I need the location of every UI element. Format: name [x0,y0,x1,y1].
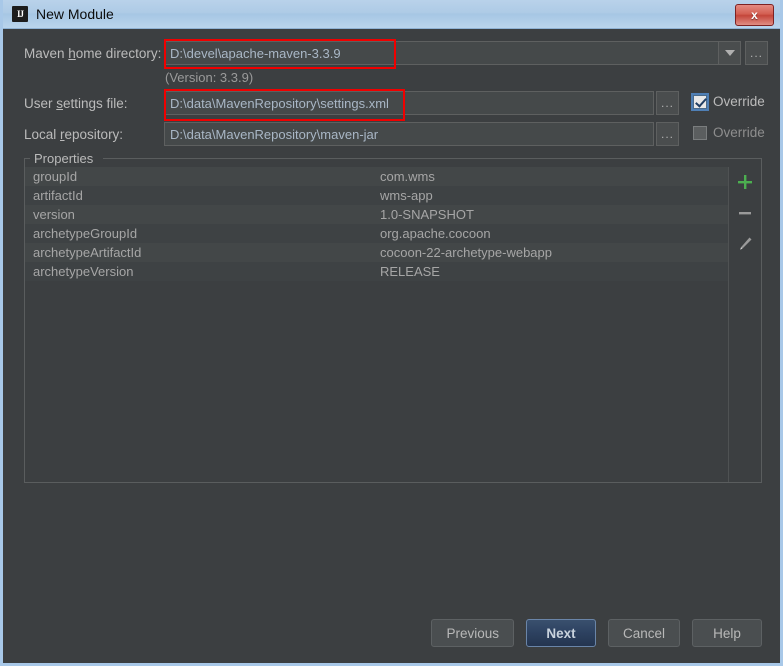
table-row[interactable]: version 1.0-SNAPSHOT [25,205,728,224]
next-button[interactable]: Next [525,619,596,647]
user-settings-input[interactable]: D:\data\MavenRepository\settings.xml [164,91,654,115]
property-key: archetypeVersion [33,264,134,279]
properties-toolbar [729,167,761,482]
property-value: org.apache.cocoon [380,226,491,241]
property-key: groupId [33,169,78,184]
minus-icon[interactable] [733,202,757,224]
property-key: archetypeArtifactId [33,245,142,260]
cancel-button[interactable]: Cancel [607,619,680,647]
checkbox-checked-icon[interactable] [691,92,709,111]
pencil-icon[interactable] [733,233,757,255]
properties-legend: Properties [30,151,98,166]
table-row[interactable]: archetypeArtifactId cocoon-22-archetype-w… [25,243,728,262]
property-value: RELEASE [380,264,440,279]
property-key: version [33,207,75,222]
property-value: cocoon-22-archetype-webapp [380,245,552,260]
table-row[interactable]: artifactId wms-app [25,186,728,205]
window-title: New Module [36,6,114,22]
maven-home-browse-button[interactable]: ... [745,41,768,65]
previous-button[interactable]: Previous [431,619,514,647]
property-value: com.wms [380,169,435,184]
maven-home-row: Maven home directory: [24,41,161,65]
table-row[interactable]: archetypeGroupId org.apache.cocoon [25,224,728,243]
chevron-down-icon[interactable] [718,41,741,65]
maven-home-label: Maven home directory: [24,45,162,61]
property-value: wms-app [380,188,433,203]
local-repository-label: Local repository: [24,126,124,142]
maven-home-input[interactable]: D:\devel\apache-maven-3.3.9 [164,41,718,65]
window-titlebar: IJ New Module x [3,0,780,29]
user-settings-override-label: Override [713,94,765,109]
plus-icon[interactable] [733,171,757,193]
local-repository-override-label: Override [713,125,765,140]
close-icon[interactable]: x [735,4,774,26]
properties-table[interactable]: groupId com.wms artifactId wms-app version… [25,167,729,482]
local-repository-browse-button[interactable]: ... [656,122,679,146]
table-row[interactable]: groupId com.wms [25,167,728,186]
dialog-footer: Previous Next Cancel Help [431,619,762,647]
intellij-logo-icon: IJ [12,6,28,22]
properties-body: groupId com.wms artifactId wms-app version… [25,167,761,482]
property-key: archetypeGroupId [33,226,138,241]
local-repository-input[interactable]: D:\data\MavenRepository\maven-jar [164,122,654,146]
dialog-content: Maven home directory: D:\devel\apache-ma… [3,29,780,663]
maven-version-note: (Version: 3.3.9) [165,70,254,85]
help-button[interactable]: Help [692,619,762,647]
local-repository-row: Local repository: [24,122,123,146]
user-settings-browse-button[interactable]: ... [656,91,679,115]
checkbox-unchecked-icon[interactable] [693,125,707,140]
property-key: artifactId [33,188,83,203]
user-settings-row: User settings file: [24,91,128,115]
user-settings-label: User settings file: [24,95,128,111]
local-repository-override-checkbox[interactable]: Override [693,125,765,140]
property-value: 1.0-SNAPSHOT [380,207,474,222]
table-row[interactable]: archetypeVersion RELEASE [25,262,728,281]
user-settings-override-checkbox[interactable]: Override [691,92,765,111]
new-module-dialog: IJ New Module x Maven home directory: D:… [0,0,783,666]
